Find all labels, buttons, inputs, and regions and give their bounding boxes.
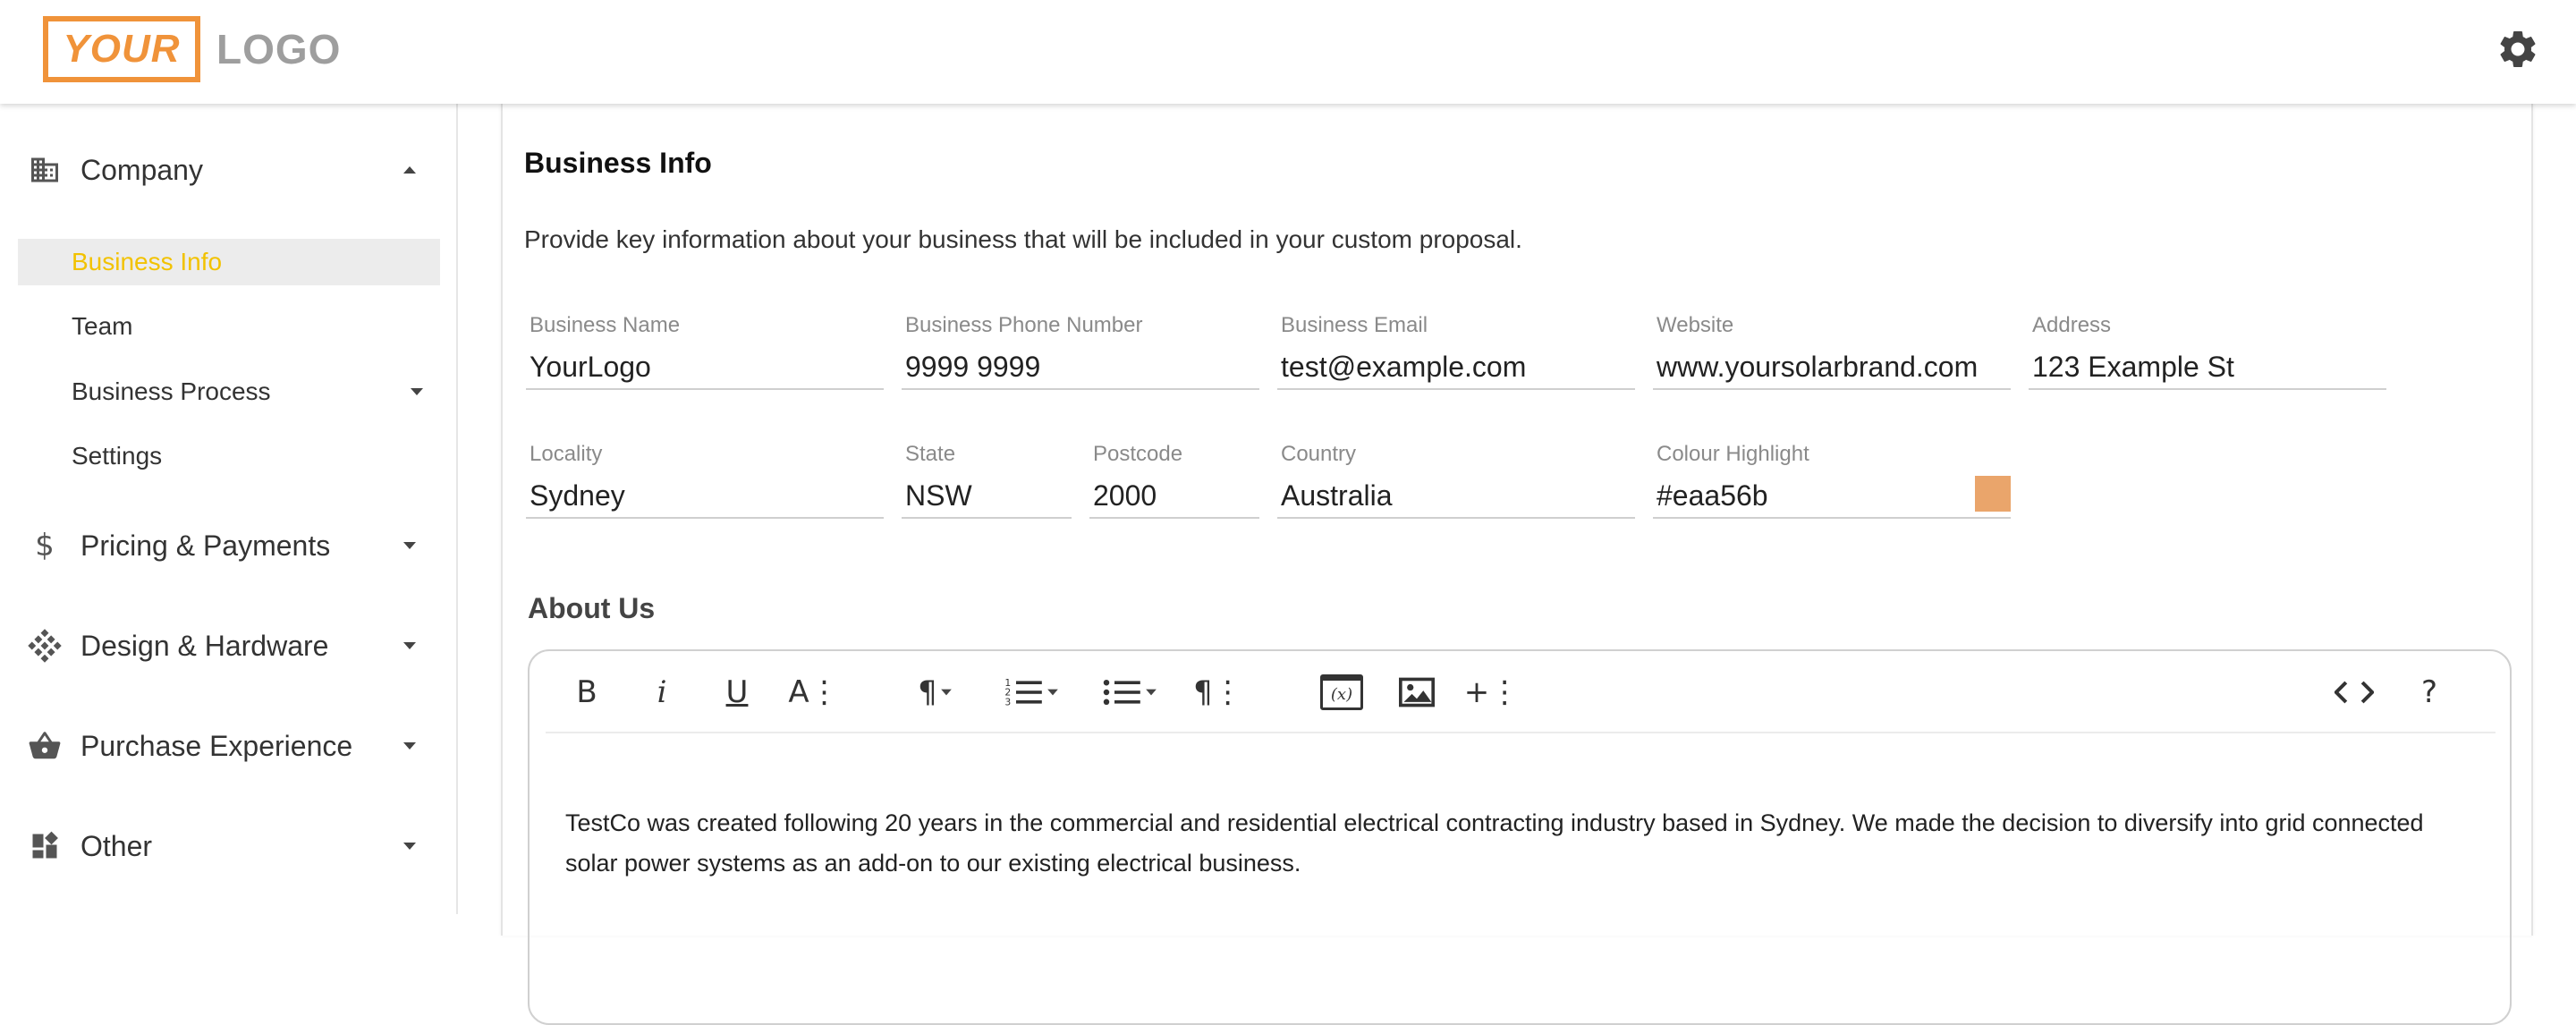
postcode-field[interactable]: Postcode <box>1089 442 1259 519</box>
app-header: YOUR LOGO <box>0 0 2576 104</box>
locality-field[interactable]: Locality <box>526 442 884 519</box>
business-phone-input[interactable] <box>905 351 1256 384</box>
sidebar-item-label: Business Info <box>72 248 223 275</box>
sidebar-item-label: Business Process <box>72 377 271 405</box>
caret-up-icon <box>399 159 420 181</box>
field-label: Website <box>1657 313 1734 337</box>
sidebar-item-team[interactable]: Team <box>18 303 440 350</box>
unordered-list-icon[interactable] <box>1091 671 1172 714</box>
business-email-field[interactable]: Business Email <box>1277 313 1635 390</box>
gear-icon[interactable] <box>2496 27 2540 72</box>
locality-input[interactable] <box>530 479 880 512</box>
field-label: State <box>905 442 956 466</box>
italic-icon[interactable]: i <box>640 671 683 714</box>
sidebar-section-purchase-experience[interactable]: Purchase Experience <box>0 710 458 782</box>
dashboard-icon <box>27 828 63 864</box>
editor-content[interactable]: TestCo was created following 20 years in… <box>565 803 2462 884</box>
sidebar-section-other[interactable]: Other <box>0 810 458 882</box>
company-logo[interactable]: YOUR LOGO <box>43 16 341 82</box>
colour-highlight-field[interactable]: Colour Highlight <box>1653 442 2011 519</box>
paragraph-format-icon[interactable]: ¶ <box>905 671 968 714</box>
sidebar-item-business-process[interactable]: Business Process <box>18 368 440 415</box>
sidebar-item-settings[interactable]: Settings <box>18 433 440 479</box>
logo-box: YOUR <box>43 16 200 82</box>
logo-text: LOGO <box>216 26 342 72</box>
sidebar-section-company[interactable]: Company <box>0 134 458 206</box>
caret-down-icon <box>406 381 428 402</box>
sidebar-item-label: Settings <box>72 442 163 470</box>
field-label: Business Name <box>530 313 681 337</box>
sidebar-section-design-hardware[interactable]: Design & Hardware <box>0 610 458 682</box>
insert-variable-icon[interactable]: (x) <box>1317 671 1367 714</box>
business-info-card: Business Info Provide key information ab… <box>501 104 2533 1025</box>
field-label: Colour Highlight <box>1657 442 1809 466</box>
underline-icon[interactable]: U <box>716 671 758 714</box>
field-label: Business Email <box>1281 313 1428 337</box>
dollar-icon: $ <box>35 528 55 563</box>
website-input[interactable] <box>1657 351 2007 384</box>
colour-highlight-input[interactable] <box>1657 479 1952 512</box>
address-input[interactable] <box>2032 351 2383 384</box>
insert-image-icon[interactable] <box>1392 671 1442 714</box>
sidebar-section-label: Purchase Experience <box>80 729 353 762</box>
field-label: Address <box>2032 313 2112 337</box>
postcode-input[interactable] <box>1093 479 1256 512</box>
editor-toolbar: B i U A⋮ ¶ 123 ¶⋮ (x) +⋮ ? <box>546 651 2496 733</box>
field-label: Country <box>1281 442 1357 466</box>
bold-icon[interactable]: B <box>565 671 608 714</box>
sidebar-section-label: Pricing & Payments <box>80 529 331 562</box>
field-label: Locality <box>530 442 603 466</box>
more-insert-icon[interactable]: +⋮ <box>1464 671 1521 714</box>
svg-text:3: 3 <box>1004 696 1011 707</box>
insert-variable-label: (x) <box>1330 684 1353 704</box>
state-input[interactable] <box>905 479 1068 512</box>
field-label: Business Phone Number <box>905 313 1143 337</box>
basket-icon <box>27 728 63 764</box>
state-field[interactable]: State <box>902 442 1072 519</box>
about-us-editor: B i U A⋮ ¶ 123 ¶⋮ (x) +⋮ ? TestCo was cr… <box>528 649 2512 1025</box>
sidebar-section-label: Design & Hardware <box>80 629 329 662</box>
sidebar-section-label: Other <box>80 829 153 862</box>
page-title: Business Info <box>524 147 712 179</box>
business-name-field[interactable]: Business Name <box>526 313 884 390</box>
font-size-icon[interactable]: A⋮ <box>787 671 841 714</box>
business-email-input[interactable] <box>1281 351 1631 384</box>
country-input[interactable] <box>1281 479 1631 512</box>
about-us-title: About Us <box>528 592 656 624</box>
field-label: Postcode <box>1093 442 1183 466</box>
help-icon[interactable]: ? <box>2404 671 2454 714</box>
code-view-icon[interactable] <box>2329 671 2379 714</box>
sidebar-section-label: Company <box>80 153 203 186</box>
caret-down-icon <box>399 835 420 857</box>
caret-down-icon <box>399 735 420 757</box>
sidebar-item-business-info[interactable]: Business Info <box>18 239 440 285</box>
logo-boxed-text: YOUR <box>63 27 181 71</box>
address-field[interactable]: Address <box>2029 313 2386 390</box>
building-icon <box>27 152 63 188</box>
caret-down-icon <box>399 535 420 556</box>
sidebar-item-label: Team <box>72 312 133 340</box>
ordered-list-icon[interactable]: 123 <box>993 671 1073 714</box>
sidebar-section-pricing-payments[interactable]: $ Pricing & Payments <box>0 510 458 581</box>
sidebar: Company Business Info Team Business Proc… <box>0 104 458 914</box>
caret-down-icon <box>399 635 420 657</box>
grid-diamond-icon <box>27 628 63 664</box>
page-description: Provide key information about your busin… <box>524 225 1522 253</box>
business-name-input[interactable] <box>530 351 880 384</box>
colour-swatch[interactable] <box>1975 476 2011 512</box>
paragraph-style-icon[interactable]: ¶⋮ <box>1191 671 1245 714</box>
business-phone-field[interactable]: Business Phone Number <box>902 313 1259 390</box>
website-field[interactable]: Website <box>1653 313 2011 390</box>
country-field[interactable]: Country <box>1277 442 1635 519</box>
